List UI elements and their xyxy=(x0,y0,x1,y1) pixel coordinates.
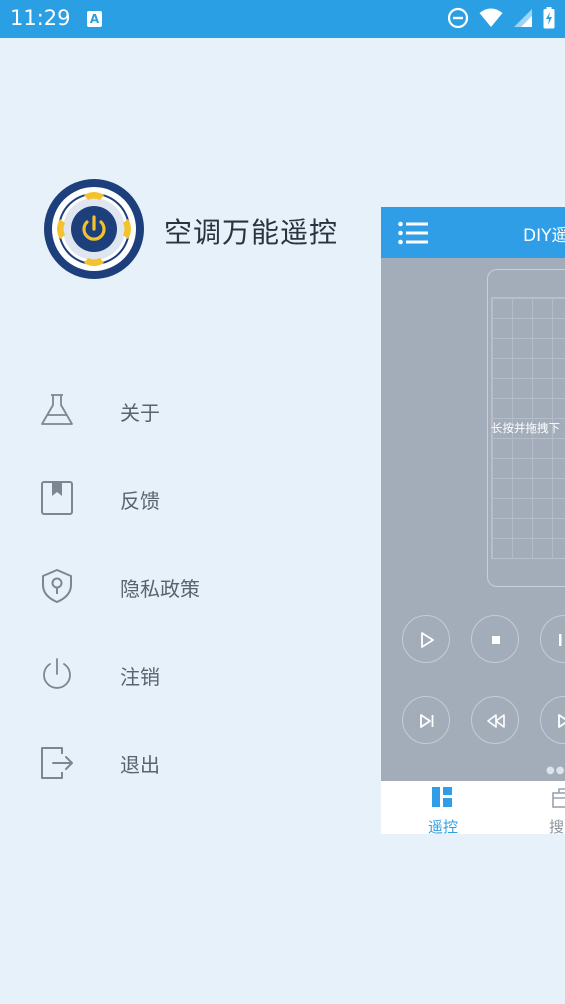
search-box-icon xyxy=(552,788,565,808)
play-icon xyxy=(421,632,434,648)
status-bar: 11:29 A xyxy=(0,0,565,38)
stop-button[interactable] xyxy=(471,615,519,663)
app-title: 空调万能遥控 xyxy=(164,216,339,249)
preview-top-bar: DIY遥 xyxy=(381,207,565,258)
skip-next-icon xyxy=(420,714,434,728)
pause-button[interactable] xyxy=(540,615,565,663)
notification-app-icon: A xyxy=(87,11,102,27)
tab-label-remote: 遥控 xyxy=(427,818,458,834)
wifi-icon xyxy=(479,8,503,27)
status-icons xyxy=(447,7,555,29)
drawer-menu: 关于 反馈 隐私政策 注销 退出 xyxy=(0,367,360,807)
play-button[interactable] xyxy=(402,615,450,663)
menu-label-logout-account: 注销 xyxy=(120,665,160,689)
tab-label-search: 搜 xyxy=(549,818,565,834)
menu-icon[interactable] xyxy=(398,221,428,245)
menu-item-feedback[interactable]: 反馈 xyxy=(0,455,360,543)
menu-label-feedback: 反馈 xyxy=(120,489,160,513)
signal-icon xyxy=(514,9,532,27)
flask-icon xyxy=(41,394,73,425)
rewind-button[interactable] xyxy=(471,696,519,744)
menu-label-about: 关于 xyxy=(120,401,160,425)
page-indicator: ●● xyxy=(546,765,565,776)
menu-item-logout-account[interactable]: 注销 xyxy=(0,631,360,719)
bookmark-icon xyxy=(41,481,73,515)
logout-icon xyxy=(41,747,73,779)
stop-icon xyxy=(492,636,500,644)
battery-charging-icon xyxy=(543,7,555,29)
main-content-preview[interactable]: DIY遥 长按并拖拽下 ●● 遥控 搜 xyxy=(381,207,565,834)
app-logo xyxy=(44,179,144,279)
bottom-tab-bar: 遥控 搜 xyxy=(381,781,565,834)
menu-item-exit[interactable]: 退出 xyxy=(0,719,360,807)
tab-search[interactable]: 搜 xyxy=(523,781,565,834)
preview-title: DIY遥 xyxy=(523,226,565,246)
tab-remote[interactable]: 遥控 xyxy=(408,781,478,834)
forward-icon xyxy=(558,714,565,728)
status-time: 11:29 xyxy=(10,6,71,30)
do-not-disturb-icon xyxy=(447,7,469,29)
skip-next-button[interactable] xyxy=(402,696,450,744)
shield-lock-icon xyxy=(42,569,72,603)
menu-label-privacy: 隐私政策 xyxy=(120,577,200,601)
forward-button[interactable] xyxy=(540,696,565,744)
pause-icon xyxy=(559,634,562,646)
menu-label-exit: 退出 xyxy=(120,753,160,777)
drag-hint: 长按并拖拽下 xyxy=(491,421,560,435)
menu-item-about[interactable]: 关于 xyxy=(0,367,360,455)
power-icon xyxy=(43,658,71,689)
dashboard-icon xyxy=(432,787,452,807)
rewind-icon xyxy=(487,714,505,728)
menu-item-privacy[interactable]: 隐私政策 xyxy=(0,543,360,631)
